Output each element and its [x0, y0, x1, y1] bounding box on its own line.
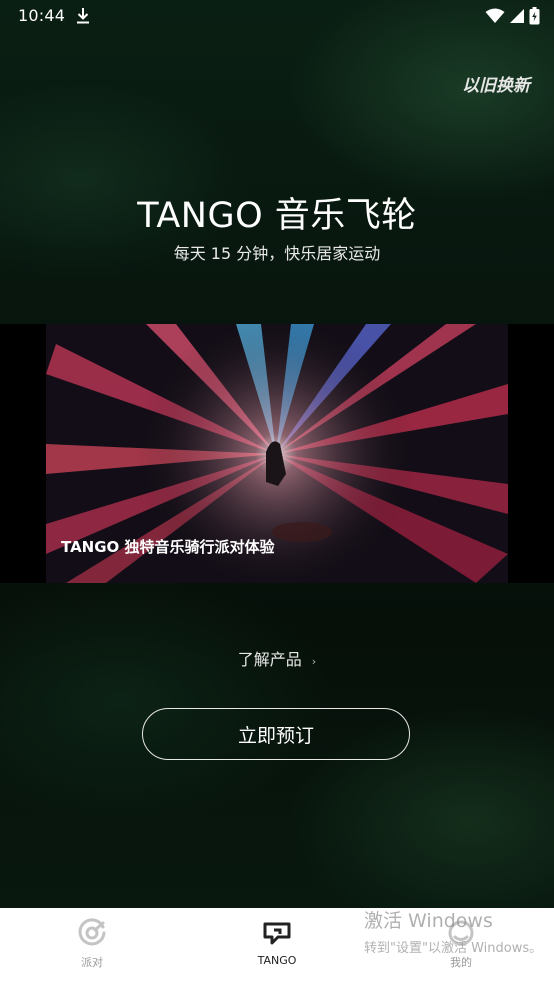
- tab-party-label: 派对: [81, 956, 103, 969]
- profile-icon: [448, 920, 474, 946]
- hero-subtitle: 每天 15 分钟，快乐居家运动: [173, 244, 381, 263]
- signal-icon: [510, 9, 524, 23]
- learn-more-label: 了解产品: [237, 650, 302, 669]
- tab-profile[interactable]: 我的: [401, 908, 521, 984]
- tab-tango-label: TANGO: [257, 954, 297, 967]
- wifi-icon: [485, 8, 505, 23]
- status-icons: [485, 7, 540, 25]
- battery-icon: [529, 7, 540, 25]
- tango-icon: [263, 922, 291, 945]
- download-icon: [77, 8, 89, 24]
- status-time: 10:44: [18, 6, 66, 25]
- preorder-button[interactable]: 立即预订: [142, 708, 410, 760]
- learn-more-link[interactable]: 了解产品 ›: [0, 646, 554, 670]
- hero-title: TANGO 音乐飞轮: [137, 196, 417, 236]
- party-icon: [78, 918, 106, 946]
- tab-profile-label: 我的: [450, 956, 472, 969]
- trade-in-link[interactable]: 以旧换新: [462, 71, 530, 96]
- video-caption: TANGO 独特音乐骑行派对体验: [61, 538, 275, 556]
- chevron-right-icon: ›: [311, 655, 317, 668]
- status-bar: 10:44: [0, 0, 554, 32]
- tab-tango[interactable]: TANGO: [217, 908, 337, 984]
- tab-party[interactable]: 派对: [32, 908, 152, 984]
- bottom-tab-bar: 派对 TANGO 我的: [0, 908, 554, 984]
